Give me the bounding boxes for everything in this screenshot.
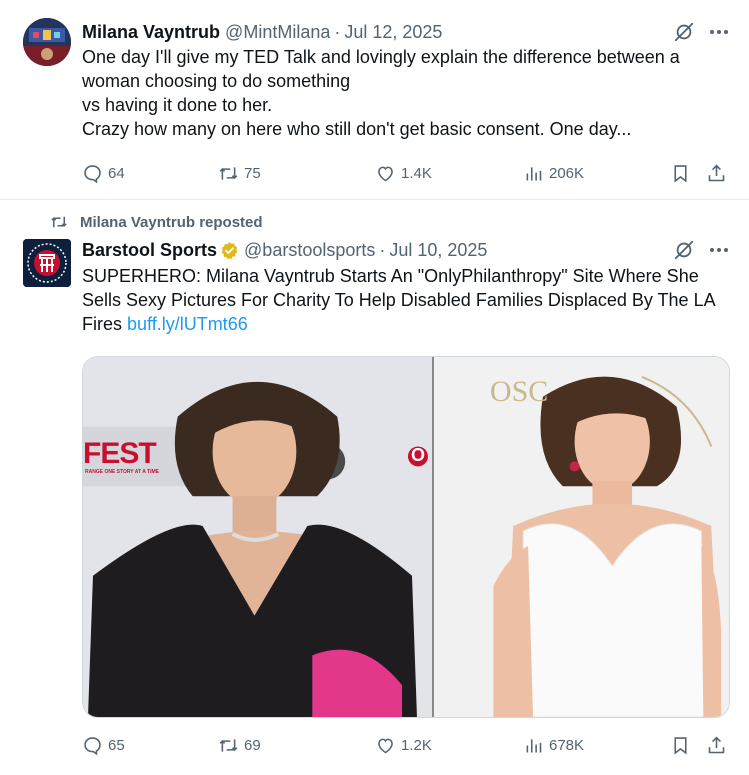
reply-count: 65 [108,737,125,754]
retweet-button[interactable]: 75 [218,163,261,184]
photo-left[interactable]: FEST RANGE ONE STORY AT A TIME O [83,357,432,717]
like-count: 1.2K [401,737,432,754]
reply-button[interactable]: 64 [82,163,125,184]
backdrop-text: FEST [83,437,157,470]
like-icon [378,738,393,754]
retweet-count: 75 [244,165,261,182]
tweet-barstool[interactable]: Milana Vayntrub reposted Barstool Sports… [0,201,749,775]
avatar[interactable] [23,239,71,287]
views-icon [526,739,542,753]
tweet-actions: 65 69 1.2K 678K [82,735,729,759]
reply-icon [84,737,101,756]
tweet-link[interactable]: buff.ly/lUTmt66 [127,314,248,334]
reply-button[interactable]: 65 [82,735,125,756]
backdrop-letter: O [411,445,426,465]
backdrop-subtext: RANGE ONE STORY AT A TIME [85,469,159,475]
retweet-icon [219,167,238,180]
tweet-milana[interactable]: Milana Vayntrub @MintMilana · Jul 12, 20… [0,0,749,200]
views-button[interactable]: 206K [523,163,584,184]
repost-indicator: Milana Vayntrub reposted [50,213,263,231]
views-button[interactable]: 678K [523,735,584,756]
retweet-button[interactable]: 69 [218,735,261,756]
tweet-date[interactable]: Jul 12, 2025 [344,22,442,43]
barstool-logo [23,239,71,287]
bookmark-icon [674,165,687,183]
like-icon [378,166,393,182]
repost-label[interactable]: Milana Vayntrub reposted [80,214,263,231]
reply-icon [84,165,101,184]
bookmark-button[interactable] [670,163,691,184]
tweet-header: Milana Vayntrub @MintMilana · Jul 12, 20… [82,20,729,44]
bookmark-icon [674,737,687,755]
author-name[interactable]: Barstool Sports [82,240,217,261]
more-icon[interactable] [709,247,729,253]
retweet-count: 69 [244,737,261,754]
photo-left-image [83,357,432,717]
backdrop-text: OSC [489,375,549,408]
verified-badge-icon [221,241,238,259]
more-icon[interactable] [709,29,729,35]
avatar[interactable] [23,18,71,66]
author-handle[interactable]: @barstoolsports [244,240,375,261]
views-count: 206K [549,165,585,182]
like-button[interactable]: 1.4K [375,163,432,184]
views-icon [526,167,542,181]
retweet-icon [51,216,67,228]
reply-count: 64 [108,165,125,182]
like-button[interactable]: 1.2K [375,735,432,756]
tweet-header: Barstool Sports @barstoolsports · Jul 10… [82,238,729,262]
grok-icon[interactable] [673,239,695,261]
views-count: 678K [549,737,585,754]
tweet-text: One day I'll give my TED Talk and loving… [82,47,680,139]
avatar-image [23,18,71,66]
share-button[interactable] [706,735,727,756]
photo-right-image [433,357,729,717]
media-attachment[interactable]: FEST RANGE ONE STORY AT A TIME O OSC [82,356,730,718]
bookmark-button[interactable] [670,735,691,756]
separator: · [334,21,341,42]
tweet-actions: 64 75 1.4K 206K [82,163,729,187]
like-count: 1.4K [401,165,432,182]
tweet-date[interactable]: Jul 10, 2025 [389,240,487,261]
tweet-text: SUPERHERO: Milana Vayntrub Starts An "On… [82,264,731,336]
share-icon [708,736,725,754]
share-button[interactable] [706,163,727,184]
author-handle[interactable]: @MintMilana [225,22,330,43]
photo-right[interactable]: OSC [431,357,729,717]
grok-icon[interactable] [673,21,695,43]
separator: · [379,239,386,260]
author-name[interactable]: Milana Vayntrub [82,22,220,43]
share-icon [708,164,725,182]
retweet-icon [219,739,238,752]
